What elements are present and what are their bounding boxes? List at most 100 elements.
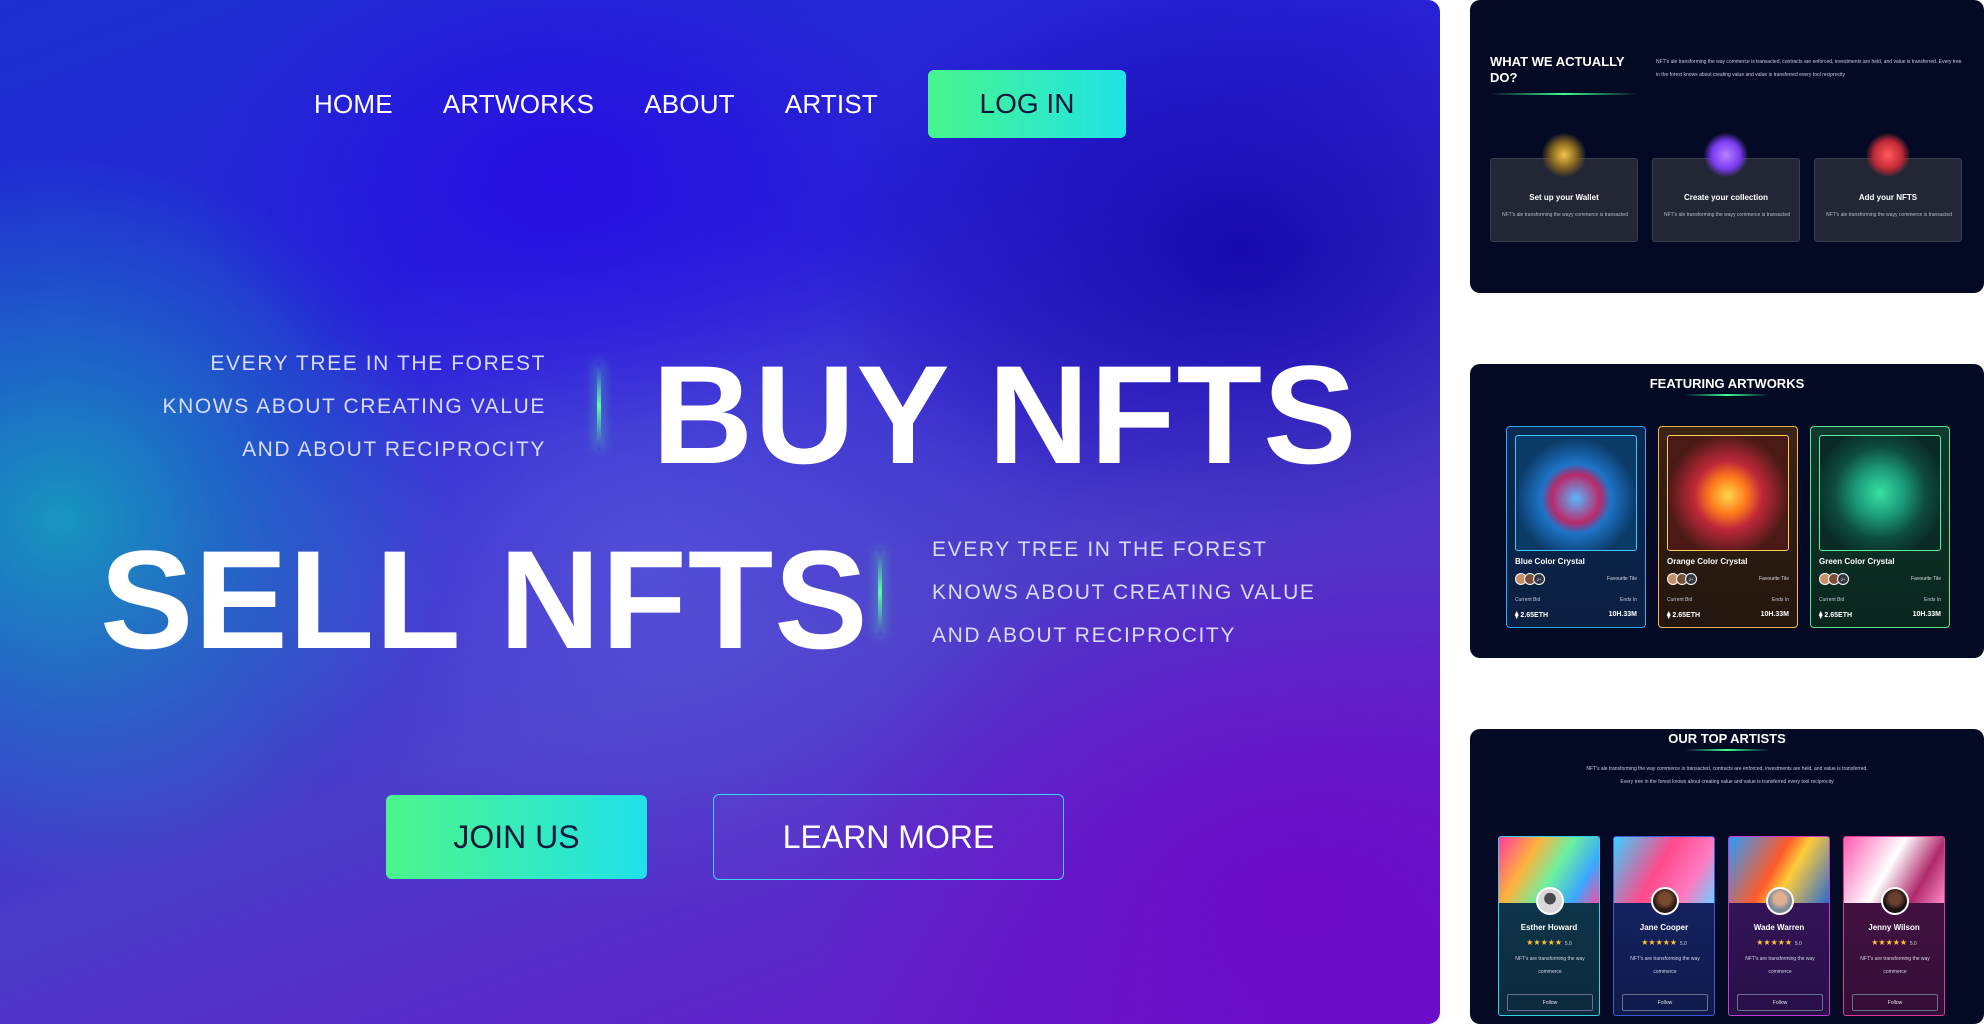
star-rating: ★★★★★ 5.0 bbox=[1499, 938, 1599, 947]
login-button[interactable]: LOG IN bbox=[927, 70, 1126, 138]
tagline-line: KNOWS ABOUT CREATING VALUE bbox=[932, 581, 1316, 604]
artwork-card-orange[interactable]: Orange Color Crystal 2+ Favourite Tile C… bbox=[1658, 426, 1798, 628]
bid-amount: 2.65ETH bbox=[1672, 612, 1701, 619]
step-title: Set up your Wallet bbox=[1529, 193, 1599, 202]
hero-tagline-top: EVERY TREE IN THE FOREST KNOWS ABOUT CRE… bbox=[120, 342, 546, 471]
step-card-add-nfts[interactable]: Add your NFTS NFT's ale transforming the… bbox=[1814, 133, 1962, 242]
favourite-label: Favourite Tile bbox=[1606, 576, 1637, 582]
rating-value: 5.0 bbox=[1794, 941, 1802, 947]
camera-icon bbox=[1704, 133, 1748, 177]
artist-card-wade-warren[interactable]: Wade Warren ★★★★★ 5.0 NFT's are transfor… bbox=[1728, 836, 1830, 1016]
top-artists-title: OUR TOP ARTISTS bbox=[1668, 731, 1786, 746]
bid-amount: 2.65ETH bbox=[1520, 612, 1549, 619]
bid-value: ⧫ 2.65ETH bbox=[1515, 611, 1548, 619]
step-title: Add your NFTS bbox=[1858, 193, 1918, 202]
artwork-image bbox=[1667, 435, 1789, 551]
bid-label: Current Bid bbox=[1819, 597, 1845, 603]
avatar bbox=[1536, 887, 1564, 915]
rating-value: 5.0 bbox=[1564, 941, 1572, 947]
favourite-label: Favourite Tile bbox=[1758, 576, 1789, 582]
stars-icon: ★★★★★ bbox=[1871, 938, 1908, 947]
stars-icon: ★★★★★ bbox=[1641, 938, 1678, 947]
follow-button[interactable]: Follow bbox=[1622, 994, 1708, 1011]
artwork-image bbox=[1819, 435, 1941, 551]
avatar-group: 2+ bbox=[1515, 573, 1545, 585]
artwork-card-blue[interactable]: Blue Color Crystal 2+ Favourite Tile Cur… bbox=[1506, 426, 1646, 628]
avatar-group: 2+ bbox=[1667, 573, 1697, 585]
ends-label: Ends In bbox=[1924, 597, 1941, 603]
artist-description: NFT's are transforming the way commerce bbox=[1630, 956, 1700, 975]
nav-artist[interactable]: ARTIST bbox=[785, 89, 878, 120]
nav-about[interactable]: ABOUT bbox=[644, 89, 735, 120]
stars-icon: ★★★★★ bbox=[1756, 938, 1793, 947]
ends-value: 10H.33M bbox=[1760, 611, 1789, 618]
artwork-name: Blue Color Crystal bbox=[1515, 557, 1585, 566]
artist-name: Esther Howard bbox=[1520, 923, 1578, 932]
artwork-name: Orange Color Crystal bbox=[1667, 557, 1748, 566]
ends-label: Ends In bbox=[1620, 597, 1637, 603]
follow-button[interactable]: Follow bbox=[1737, 994, 1823, 1011]
wallet-icon bbox=[1542, 133, 1586, 177]
avatar-group: 2+ bbox=[1819, 573, 1849, 585]
avatar bbox=[1651, 887, 1679, 915]
tagline-line: AND ABOUT RECIPROCITY bbox=[932, 624, 1236, 647]
rating-value: 5.0 bbox=[1909, 941, 1917, 947]
avatar bbox=[1881, 887, 1909, 915]
artist-description: NFT's are transforming the way commerce bbox=[1515, 956, 1585, 975]
rating-value: 5.0 bbox=[1679, 941, 1687, 947]
avatar-count: 2+ bbox=[1837, 573, 1849, 585]
artwork-image bbox=[1515, 435, 1637, 551]
nav-artworks[interactable]: ARTWORKS bbox=[443, 89, 594, 120]
artwork-card-green[interactable]: Green Color Crystal 2+ Favourite Tile Cu… bbox=[1810, 426, 1950, 628]
buy-nfts-heading: BUY NFTS bbox=[652, 336, 1358, 493]
ends-label: Ends In bbox=[1772, 597, 1789, 603]
hero-tagline-bottom: EVERY TREE IN THE FOREST KNOWS ABOUT CRE… bbox=[932, 528, 1352, 657]
follow-button[interactable]: Follow bbox=[1507, 994, 1593, 1011]
ends-value: 10H.33M bbox=[1912, 611, 1941, 618]
artist-card-esther-howard[interactable]: Esther Howard ★★★★★ 5.0 NFT's are transf… bbox=[1498, 836, 1600, 1016]
follow-button[interactable]: Follow bbox=[1852, 994, 1938, 1011]
nav-home[interactable]: HOME bbox=[314, 89, 393, 120]
what-we-do-section: WHAT WE ACTUALLY DO? NFT's ale transform… bbox=[1470, 0, 1984, 293]
eth-icon: ⧫ bbox=[1515, 612, 1519, 619]
join-us-button[interactable]: JOIN US bbox=[386, 795, 647, 879]
artist-name: Jenny Wilson bbox=[1868, 923, 1920, 932]
avatar-count: 2+ bbox=[1533, 573, 1545, 585]
gift-icon bbox=[1866, 133, 1910, 177]
artwork-name: Green Color Crystal bbox=[1819, 557, 1895, 566]
top-artists-section: OUR TOP ARTISTS NFT's ale transforming t… bbox=[1470, 729, 1984, 1024]
step-title: Create your collection bbox=[1683, 193, 1769, 202]
tagline-line: EVERY TREE IN THE FOREST bbox=[210, 352, 546, 375]
glow-divider bbox=[878, 548, 882, 636]
step-description: NFT's ale transforming the wayy commerce… bbox=[1502, 212, 1628, 218]
tagline-line: AND ABOUT RECIPROCITY bbox=[242, 438, 546, 461]
featuring-artworks-section: FEATURING ARTWORKS Blue Color Crystal 2+… bbox=[1470, 364, 1984, 658]
tagline-line: EVERY TREE IN THE FOREST bbox=[932, 538, 1268, 561]
bid-amount: 2.65ETH bbox=[1824, 612, 1853, 619]
artist-card-jenny-wilson[interactable]: Jenny Wilson ★★★★★ 5.0 NFT's are transfo… bbox=[1843, 836, 1945, 1016]
artist-description: NFT's are transforming the way commerce bbox=[1745, 956, 1815, 975]
step-description: NFT's ale transforming the wayy commerce… bbox=[1664, 212, 1790, 218]
favourite-label: Favourite Tile bbox=[1910, 576, 1941, 582]
step-card-collection[interactable]: Create your collection NFT's ale transfo… bbox=[1652, 133, 1800, 242]
ends-value: 10H.33M bbox=[1608, 611, 1637, 618]
tagline-line: KNOWS ABOUT CREATING VALUE bbox=[162, 395, 546, 418]
bid-label: Current Bid bbox=[1667, 597, 1693, 603]
star-rating: ★★★★★ 5.0 bbox=[1729, 938, 1829, 947]
what-we-do-title: WHAT WE ACTUALLY DO? bbox=[1490, 54, 1625, 85]
step-description: NFT's ale transforming the wayy commerce… bbox=[1826, 212, 1952, 218]
avatar-count: 2+ bbox=[1685, 573, 1697, 585]
bid-label: Current Bid bbox=[1515, 597, 1541, 603]
sell-nfts-heading: SELL NFTS bbox=[100, 521, 869, 678]
bid-value: ⧫ 2.65ETH bbox=[1819, 611, 1852, 619]
artist-description: NFT's are transforming the way commerce bbox=[1860, 956, 1930, 975]
artist-name: Jane Cooper bbox=[1639, 923, 1689, 932]
artist-card-jane-cooper[interactable]: Jane Cooper ★★★★★ 5.0 NFT's are transfor… bbox=[1613, 836, 1715, 1016]
featuring-title: FEATURING ARTWORKS bbox=[1649, 376, 1805, 391]
stars-icon: ★★★★★ bbox=[1526, 938, 1563, 947]
glow-divider bbox=[597, 362, 601, 450]
learn-more-button[interactable]: LEARN MORE bbox=[713, 794, 1064, 880]
step-card-wallet[interactable]: Set up your Wallet NFT's ale transformin… bbox=[1490, 133, 1638, 242]
title-underline bbox=[1685, 394, 1769, 396]
main-nav: HOME ARTWORKS ABOUT ARTIST LOG IN bbox=[0, 70, 1440, 138]
